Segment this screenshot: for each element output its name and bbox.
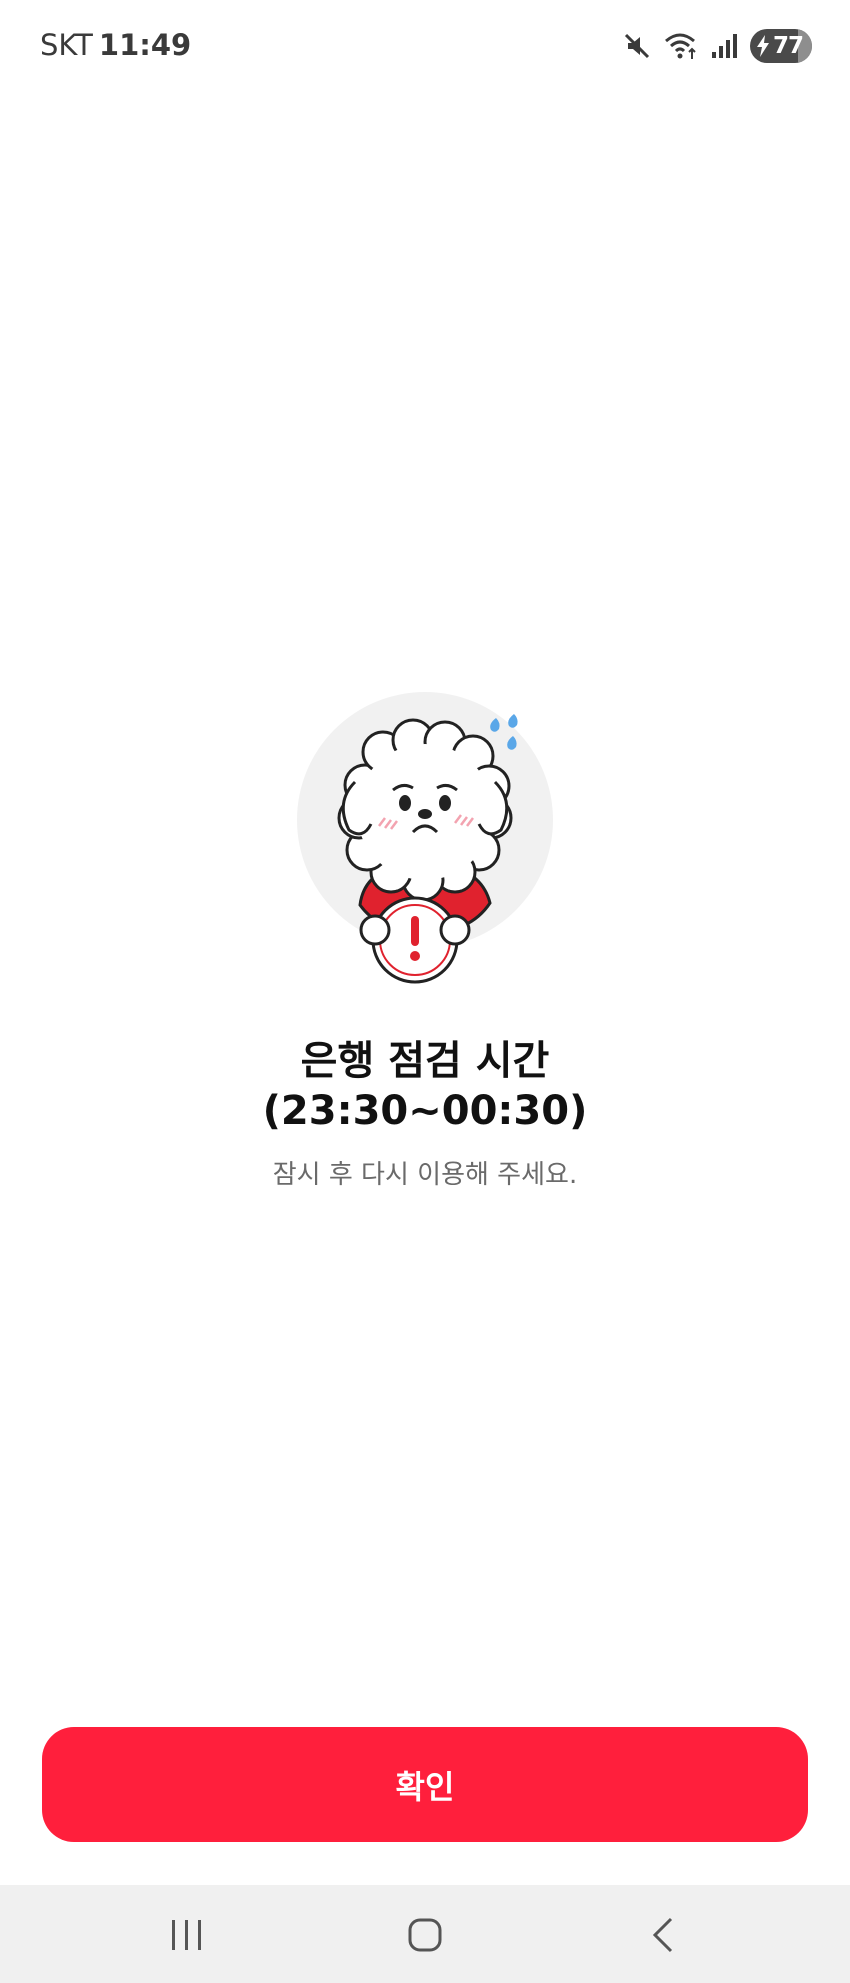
status-bar: SKT 11:49 77 [0,0,850,96]
system-nav-bar [0,1885,850,1983]
clock: 11:49 [98,28,192,62]
back-icon [652,1917,673,1953]
signal-icon [712,34,737,58]
home-icon [408,1918,442,1952]
mute-icon [624,33,650,59]
recent-apps-icon [172,1920,201,1950]
maintenance-subtitle: 잠시 후 다시 이용해 주세요. [272,1160,578,1190]
status-icons: 77 [622,28,812,64]
worried-mascot-illustration [297,692,553,984]
battery-indicator: 77 [750,29,812,63]
back-button[interactable] [623,1907,703,1963]
status-left: SKT 11:49 [40,28,191,62]
wifi-icon [665,33,696,59]
confirm-button[interactable]: 확인 [42,1727,808,1842]
maintenance-title: 은행 점검 시간 [300,1038,550,1084]
home-button[interactable] [385,1907,465,1963]
recent-apps-button[interactable] [147,1907,227,1963]
screen: SKT 11:49 77 은행 점검 시간 (23:30~00:30) 잠시 후… [0,0,850,1983]
battery-level: 77 [772,33,804,59]
carrier-label: SKT [40,28,93,62]
maintenance-time-range: (23:30~00:30) [262,1088,588,1134]
